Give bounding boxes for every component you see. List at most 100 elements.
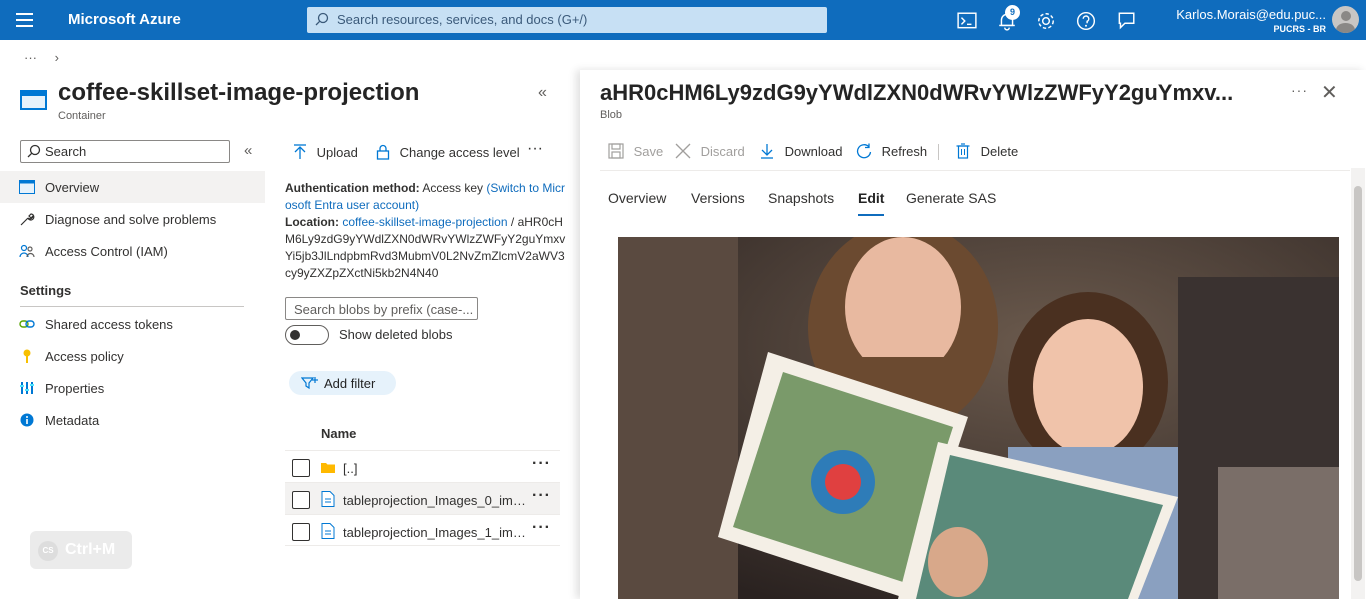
save-label: Save (633, 144, 664, 159)
nav-item-label: Shared access tokens (45, 317, 173, 332)
hamburger-menu-icon[interactable] (16, 13, 33, 27)
section-divider (20, 306, 244, 307)
gear-icon[interactable] (1036, 11, 1056, 31)
feedback-icon[interactable] (1116, 11, 1136, 31)
auth-method-label: Authentication method: (285, 181, 420, 195)
row-more-button[interactable]: ··· (532, 519, 551, 537)
search-icon (27, 144, 41, 158)
blob-prefix-search-input[interactable]: Search blobs by prefix (case-... (285, 297, 478, 320)
breadcrumb-ellipsis[interactable]: ··· (24, 50, 37, 65)
delete-label: Delete (980, 144, 1019, 159)
file-icon (321, 491, 335, 507)
file-icon (321, 523, 335, 539)
refresh-icon (856, 143, 872, 159)
overview-icon (19, 180, 35, 194)
search-icon (315, 12, 329, 26)
refresh-label: Refresh (881, 144, 928, 159)
more-commands-button[interactable]: ··· (527, 140, 543, 158)
tab-edit[interactable]: Edit (858, 190, 885, 216)
row-more-button[interactable]: ··· (532, 455, 551, 473)
column-header-name[interactable]: Name (321, 426, 356, 441)
delete-button[interactable]: Delete (956, 143, 1018, 159)
blob-title: aHR0cHM6Ly9zdG9yYWdlZXN0dWRvYWlzZWFyY2gu… (600, 80, 1234, 105)
nav-item-access-policy[interactable]: Access policy (0, 340, 265, 372)
row-name[interactable]: [..] (343, 461, 528, 476)
nav-item-metadata[interactable]: Metadata (0, 404, 265, 436)
nav-item-diagnose[interactable]: Diagnose and solve problems (0, 203, 265, 235)
wrench-icon (20, 213, 35, 226)
add-filter-label: Add filter (324, 376, 376, 391)
change-access-level-button[interactable]: Change access level (376, 144, 520, 160)
row-more-button[interactable]: ··· (532, 487, 551, 505)
menu-search-input[interactable]: Search (20, 140, 230, 163)
refresh-button[interactable]: Refresh (856, 143, 927, 159)
container-info: Authentication method: Access key (Switc… (285, 180, 570, 282)
table-row[interactable]: [..] ··· (285, 450, 560, 482)
vertical-scrollbar[interactable] (1351, 168, 1365, 599)
blob-details-pane: aHR0cHM6Ly9zdG9yYWdlZXN0dWRvYWlzZWFyY2gu… (580, 70, 1366, 599)
row-checkbox[interactable] (292, 459, 310, 477)
scrollbar-thumb[interactable] (1354, 186, 1362, 581)
add-filter-button[interactable]: Add filter (289, 371, 396, 395)
show-deleted-label: Show deleted blobs (339, 327, 453, 342)
save-button[interactable]: Save (608, 143, 663, 159)
tab-versions[interactable]: Versions (691, 190, 745, 206)
location-container-link[interactable]: coffee-skillset-image-projection (342, 215, 507, 229)
command-separator (938, 144, 939, 160)
nav-item-label: Access policy (45, 349, 124, 364)
shortcut-label: Ctrl+M (65, 541, 116, 558)
brand-title[interactable]: Microsoft Azure (68, 11, 181, 28)
collapse-menu-icon[interactable]: « (244, 142, 252, 159)
blob-subtitle: Blob (600, 109, 623, 121)
tab-overview[interactable]: Overview (608, 190, 666, 206)
row-checkbox[interactable] (292, 523, 310, 541)
upload-button[interactable]: Upload (293, 144, 358, 160)
table-row[interactable]: tableprojection_Images_1_img... ··· (285, 514, 560, 546)
global-search-input[interactable]: Search resources, services, and docs (G+… (307, 7, 827, 33)
nav-item-overview[interactable]: Overview (0, 171, 265, 203)
table-row[interactable]: tableprojection_Images_0_img... ··· (285, 482, 560, 514)
nav-item-iam[interactable]: Access Control (IAM) (0, 235, 265, 267)
notification-badge: 9 (1005, 5, 1020, 20)
download-icon (761, 144, 773, 159)
info-icon (20, 413, 34, 427)
download-button[interactable]: Download (760, 143, 842, 159)
collapse-pane-icon[interactable]: « (538, 84, 547, 102)
settings-section-header: Settings (20, 283, 72, 298)
command-divider (600, 170, 1350, 171)
tab-generate-sas[interactable]: Generate SAS (906, 190, 996, 206)
location-label: Location: (285, 215, 339, 229)
shortcut-overlay-badge: CS Ctrl+M (30, 531, 132, 569)
show-deleted-toggle[interactable] (285, 325, 329, 345)
row-checkbox[interactable] (292, 491, 310, 509)
help-icon[interactable] (1076, 11, 1096, 31)
row-name[interactable]: tableprojection_Images_1_img... (343, 525, 528, 540)
user-org: PUCRS - BR (1273, 24, 1326, 34)
discard-icon (675, 143, 691, 159)
location-separator: / (510, 215, 515, 229)
nav-item-shared-access-tokens[interactable]: Shared access tokens (0, 308, 265, 340)
tab-snapshots[interactable]: Snapshots (768, 190, 834, 206)
page-subtitle: Container (58, 110, 106, 122)
blob-more-button[interactable]: ··· (1291, 82, 1308, 98)
auth-method-value: Access key (422, 181, 484, 195)
photo-illustration (618, 237, 1339, 599)
user-email: Karlos.Morais@edu.puc... (1176, 7, 1326, 22)
nav-item-label: Diagnose and solve problems (45, 212, 217, 227)
container-icon (20, 90, 47, 110)
nav-item-properties[interactable]: Properties (0, 372, 265, 404)
discard-button[interactable]: Discard (675, 143, 745, 159)
row-name[interactable]: tableprojection_Images_0_img... (343, 493, 528, 508)
close-icon[interactable]: ✕ (1321, 80, 1338, 105)
page-title: coffee-skillset-image-projection (58, 79, 420, 106)
account-info[interactable]: Karlos.Morais@edu.puc... PUCRS - BR (1166, 7, 1326, 34)
cloud-shell-icon[interactable] (957, 11, 977, 31)
blob-image-preview (618, 237, 1339, 599)
key-icon (23, 349, 31, 363)
avatar[interactable] (1332, 6, 1359, 33)
global-search-placeholder: Search resources, services, and docs (G+… (337, 12, 588, 27)
lock-icon (376, 144, 390, 160)
breadcrumb-chevron-icon: › (54, 50, 59, 65)
change-access-level-label: Change access level (399, 145, 520, 160)
properties-icon (20, 382, 34, 394)
